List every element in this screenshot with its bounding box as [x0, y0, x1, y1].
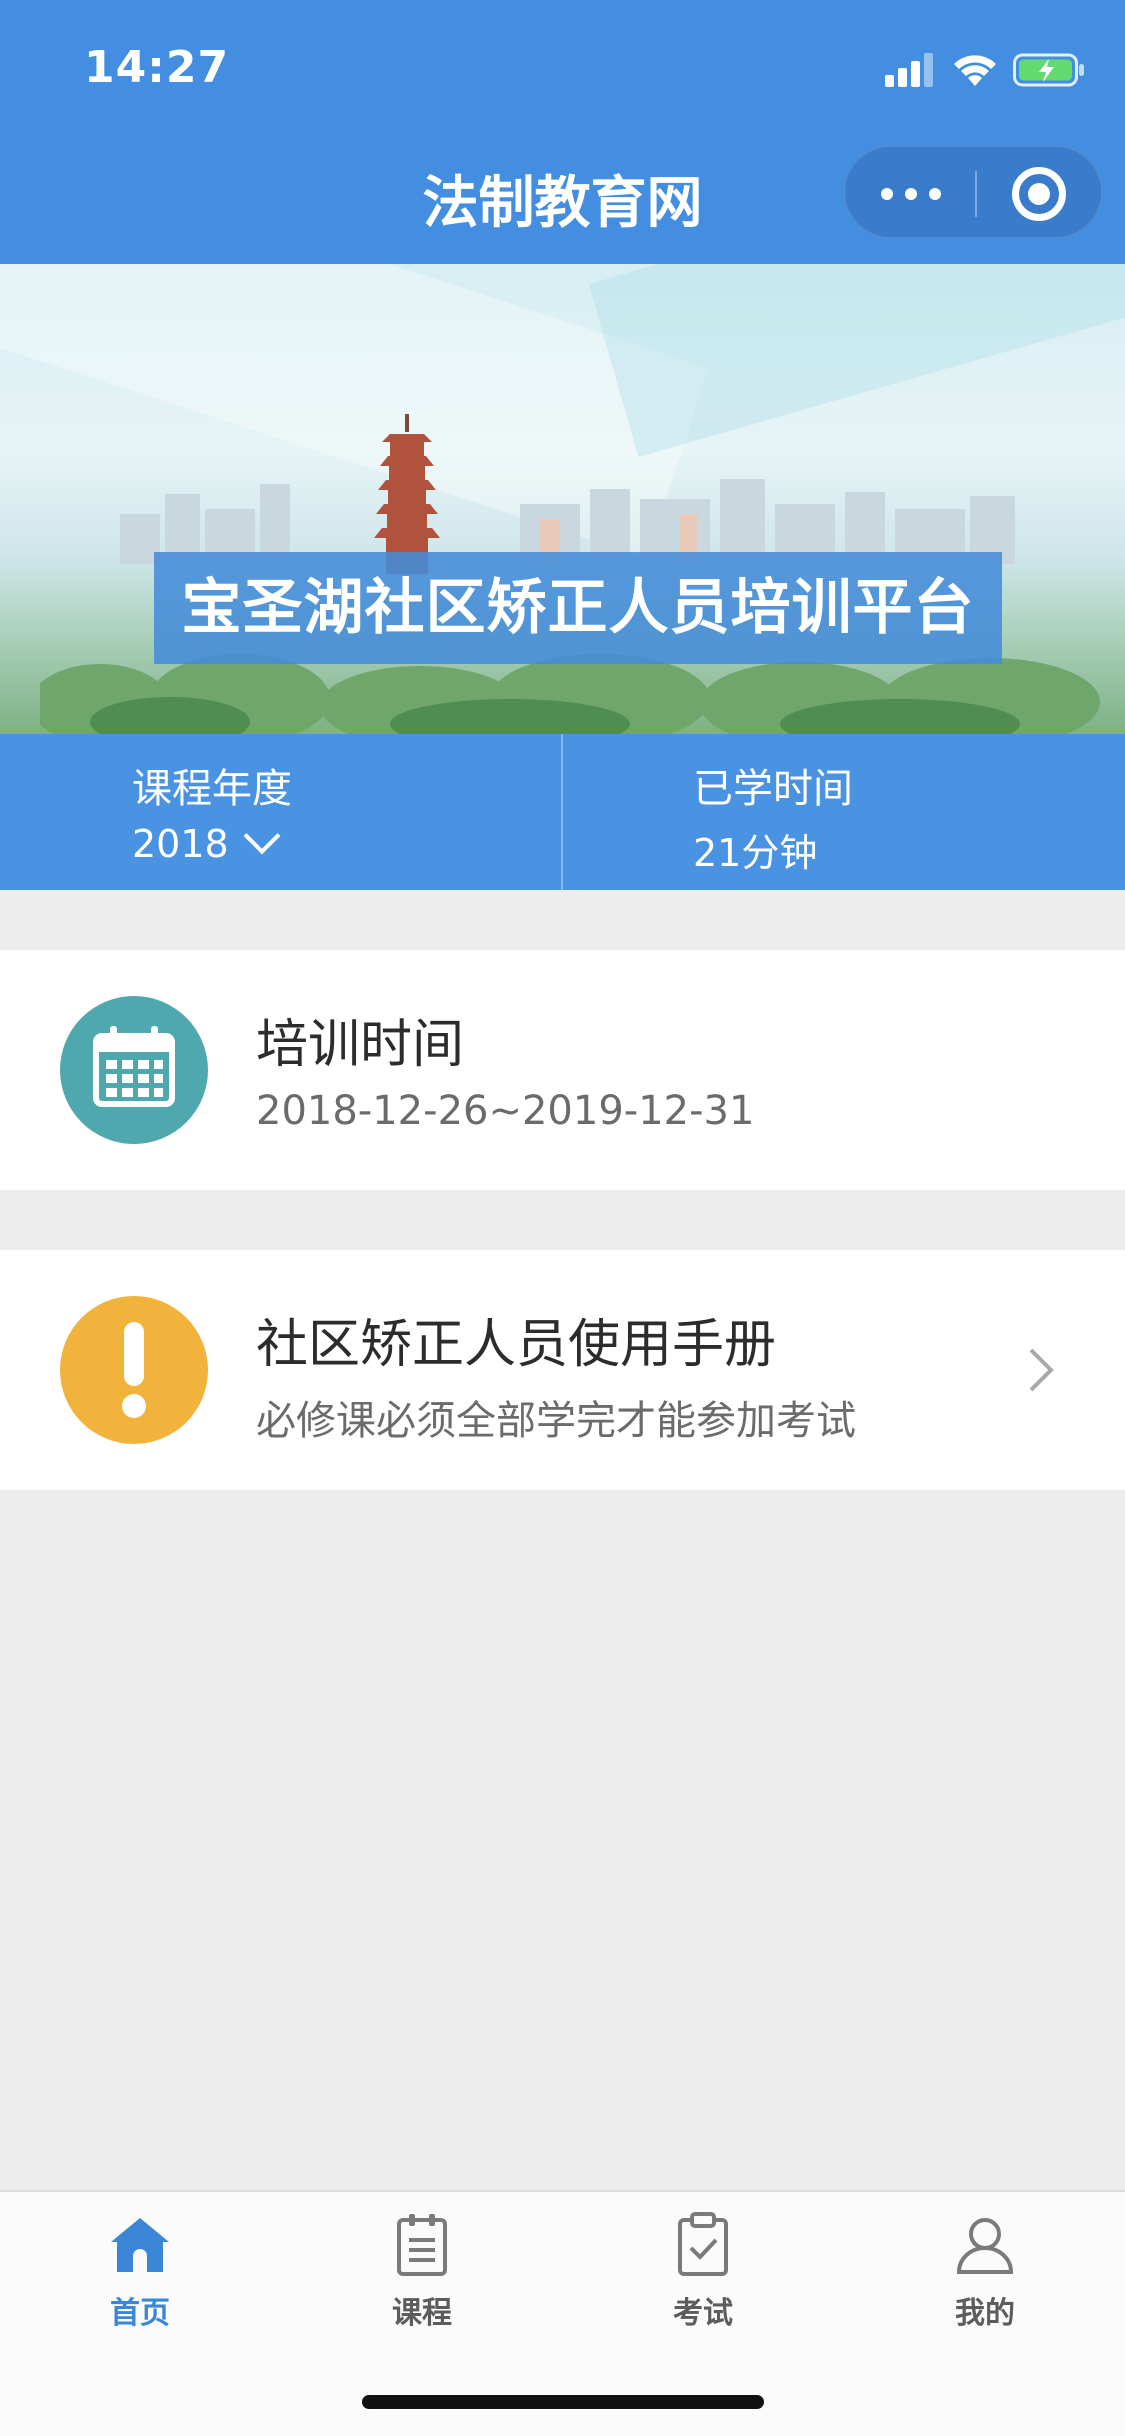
tab-courses[interactable]: 课程 — [322, 2210, 522, 2331]
training-time-title: 培训时间 — [256, 1015, 465, 1075]
wifi-icon — [954, 55, 996, 86]
pagoda-illustration — [374, 414, 440, 574]
tab-exam-label: 考试 — [673, 2296, 733, 2331]
city-skyline-illustration — [120, 479, 1015, 564]
header: 14:27 法制教育网 — [0, 0, 1125, 264]
banner-title: 宝圣湖社区矫正人员培训平台 — [181, 573, 975, 643]
stats-bar: 课程年度 2018 已学时间 21分钟 — [0, 734, 1125, 890]
course-year-label: 课程年度 — [132, 766, 292, 812]
tab-home[interactable]: 首页 — [40, 2210, 240, 2331]
dot-icon — [905, 188, 917, 200]
clipboard-check-icon — [678, 2212, 728, 2276]
home-indicator[interactable] — [362, 2395, 764, 2409]
training-time-card: 培训时间 2018-12-26~2019-12-31 — [0, 950, 1125, 1190]
tab-courses-label: 课程 — [392, 2296, 452, 2331]
status-bar: 14:27 — [0, 0, 1125, 136]
dot-icon — [929, 188, 941, 200]
banner-title-box: 宝圣湖社区矫正人员培训平台 — [154, 552, 1002, 664]
user-manual-subtitle: 必修课必须全部学完才能参加考试 — [256, 1398, 856, 1444]
capsule-divider — [975, 171, 977, 217]
course-year-selector[interactable]: 课程年度 2018 — [0, 734, 562, 890]
banner-decoration — [588, 264, 1125, 457]
battery-charging-icon — [1013, 53, 1084, 87]
home-icon — [111, 2218, 169, 2272]
study-time-stat: 已学时间 21分钟 — [563, 734, 1125, 890]
chevron-right-icon — [1029, 1348, 1054, 1392]
dot-icon — [881, 188, 893, 200]
app-screen: 14:27 法制教育网 宝圣湖社区矫正人员培训平台 课程年度 2018 已学时间… — [0, 0, 1125, 2436]
close-miniprogram-button[interactable] — [1012, 167, 1066, 221]
status-icons — [885, 50, 1085, 90]
exclamation-icon — [60, 1296, 208, 1444]
user-manual-card[interactable]: 社区矫正人员使用手册 必修课必须全部学完才能参加考试 — [0, 1250, 1125, 1490]
training-time-range: 2018-12-26~2019-12-31 — [256, 1088, 755, 1134]
tab-profile-label: 我的 — [955, 2296, 1015, 2331]
user-icon — [956, 2218, 1014, 2274]
course-year-value: 2018 — [132, 817, 281, 866]
user-manual-title: 社区矫正人员使用手册 — [256, 1315, 777, 1375]
more-options-button[interactable] — [881, 177, 941, 211]
calendar-icon — [60, 996, 208, 1144]
document-icon — [397, 2214, 447, 2276]
status-time: 14:27 — [84, 42, 230, 93]
chevron-down-icon — [243, 817, 281, 855]
study-time-value: 21分钟 — [693, 831, 818, 875]
signal-icon — [885, 53, 933, 87]
study-time-label: 已学时间 — [693, 766, 853, 812]
tab-home-label: 首页 — [110, 2296, 170, 2331]
tab-profile[interactable]: 我的 — [885, 2210, 1085, 2331]
course-year-text: 2018 — [132, 822, 229, 866]
miniprogram-capsule — [843, 145, 1103, 239]
tab-exam[interactable]: 考试 — [603, 2210, 803, 2331]
